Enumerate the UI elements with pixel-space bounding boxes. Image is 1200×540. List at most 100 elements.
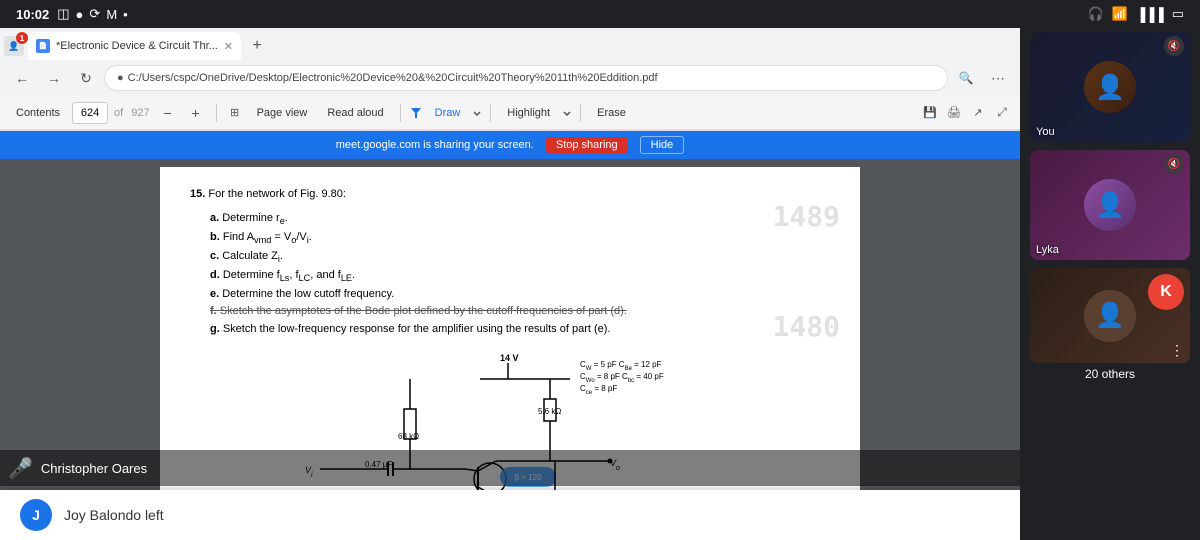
toolbar-divider2 (400, 104, 401, 122)
item-text-a: Determine re. (222, 212, 288, 224)
item-text-g: Sketch the low-frequency response for th… (223, 323, 611, 335)
forward-button[interactable]: → (40, 64, 68, 92)
item-label-b: b. (210, 231, 223, 243)
draw-button[interactable]: Draw (427, 105, 469, 121)
draw-dropdown-icon[interactable] (472, 108, 482, 118)
status-icons: ◫ ● ⟳ M • (57, 6, 127, 22)
share-button[interactable]: ↗ (968, 103, 988, 123)
item-text-d: Determine fLs, fLC, and fLE. (223, 269, 355, 281)
item-text-e: Determine the low cutoff frequency. (222, 288, 394, 300)
lyka-avatar-emoji: 👤 (1095, 191, 1125, 220)
toolbar-divider4 (580, 104, 581, 122)
participant-tile-you: 👤 You 🔇 (1030, 32, 1190, 142)
pdf-question: 15. For the network of Fig. 9.80: (190, 187, 830, 202)
tab-title: *Electronic Device & Circuit Thr... (56, 40, 218, 52)
you-name-label: You (1036, 126, 1055, 138)
background-number-2: 1480 (773, 307, 840, 346)
messenger-icon: ● (76, 7, 84, 22)
you-avatar: 👤 (1084, 61, 1136, 113)
lyka-mute-symbol: 🔇 (1168, 159, 1180, 170)
lyka-avatar: 👤 (1084, 179, 1136, 231)
zoom-in-button[interactable]: + (184, 101, 208, 125)
notification-bar: J Joy Balondo left (0, 490, 1020, 540)
item-label-c: c. (210, 250, 222, 262)
status-bar: 10:02 ◫ ● ⟳ M • 🎧 📶 ▐▐▐ ▭ (0, 0, 1200, 28)
tab-close-button[interactable]: ✕ (224, 40, 233, 53)
wifi-icon: 📶 (1112, 6, 1128, 22)
settings-button[interactable]: ⋯ (984, 64, 1012, 92)
save-button[interactable]: 💾 (920, 103, 940, 123)
others-tile: 👤 K ⋮ (1030, 268, 1190, 363)
lyka-content: 👤 (1084, 179, 1136, 231)
tile-menu-dots[interactable]: ⋮ (1170, 342, 1184, 359)
you-mute-symbol: 🔇 (1168, 41, 1180, 52)
presenter-name-overlay: 🎤 Christopher Oares (0, 450, 1020, 486)
pdf-toolbar: Contents of 927 − + ⊞ Page view Read alo… (0, 96, 1020, 130)
new-tab-button[interactable]: + (245, 34, 269, 58)
page-view-button[interactable]: Page view (249, 105, 316, 121)
active-tab[interactable]: 📄 *Electronic Device & Circuit Thr... ✕ (28, 32, 241, 60)
svg-text:CW = 5 pF CBe = 12 pF: CW = 5 pF CBe = 12 pF (580, 360, 662, 372)
mail-icon: M (106, 7, 117, 22)
zoom-out-button[interactable]: − (156, 101, 180, 125)
notification-badge: 1 (16, 32, 28, 44)
back-button[interactable]: ← (8, 64, 36, 92)
others-label: 20 others (1085, 367, 1135, 381)
right-sidebar: 👤 You 🔇 👤 Lyka 🔇 (1020, 28, 1200, 540)
battery-icon: ▭ (1172, 6, 1184, 22)
address-text: C:/Users/cspc/OneDrive/Desktop/Electroni… (128, 72, 935, 84)
address-lock-icon: ● (117, 72, 124, 84)
sync-icon: ⟳ (89, 6, 100, 22)
item-label-f: f. (210, 305, 220, 317)
screen-record-icon: ◫ (57, 6, 69, 22)
hide-button[interactable]: Hide (640, 136, 685, 154)
main-area: 👤 1 📄 *Electronic Device & Circuit Thr..… (0, 28, 1200, 540)
item-text-f: Sketch the asymptotes of the Bode plot d… (220, 305, 627, 317)
address-bar[interactable]: ● C:/Users/cspc/OneDrive/Desktop/Electro… (104, 65, 948, 91)
pdf-item-c: c. Calculate Zi. (190, 248, 830, 267)
signal-icon: ▐▐▐ (1136, 7, 1164, 22)
item-label-d: d. (210, 269, 223, 281)
search-button[interactable]: 🔍 (952, 64, 980, 92)
refresh-button[interactable]: ↻ (72, 64, 100, 92)
headphone-icon: 🎧 (1088, 6, 1104, 22)
print-button[interactable]: 🖨 (944, 103, 964, 123)
browser-nav: ← → ↻ ● C:/Users/cspc/OneDrive/Desktop/E… (0, 60, 1020, 96)
question-number: 15. (190, 188, 208, 200)
erase-button[interactable]: Erase (589, 105, 634, 121)
pdf-item-e: e. Determine the low cutoff frequency. (190, 286, 830, 304)
svg-text:Cce = 8 pF: Cce = 8 pF (580, 384, 617, 396)
background-number-1: 1489 (773, 197, 840, 236)
status-time: 10:02 (16, 7, 49, 22)
you-content: 👤 (1084, 61, 1136, 113)
svg-text:5.6 kΩ: 5.6 kΩ (538, 407, 561, 416)
page-number-input[interactable] (72, 102, 108, 124)
others-tile-container: 👤 K ⋮ 20 others (1030, 268, 1190, 381)
browser-area: 👤 1 📄 *Electronic Device & Circuit Thr..… (0, 28, 1020, 540)
page-separator: of (112, 107, 125, 119)
you-mute-icon: 🔇 (1164, 36, 1184, 56)
participant-tile-lyka: 👤 Lyka 🔇 (1030, 150, 1190, 260)
item-label-e: e. (210, 288, 222, 300)
christopher-emoji: 👤 (1095, 301, 1125, 330)
expand-button[interactable]: ⤢ (992, 103, 1012, 123)
pdf-item-f: f. Sketch the asymptotes of the Bode plo… (190, 303, 830, 321)
filter-icon (409, 106, 423, 120)
dot-icon: • (123, 7, 128, 22)
svg-text:CWo = 8 pF Cbc = 40 pF: CWo = 8 pF Cbc = 40 pF (580, 372, 664, 384)
stop-sharing-button[interactable]: Stop sharing (546, 137, 628, 153)
item-label-g: g. (210, 323, 223, 335)
highlight-dropdown-icon[interactable] (562, 108, 572, 118)
presenter-name-text: Christopher Oares (41, 461, 147, 476)
toolbar-divider3 (490, 104, 491, 122)
read-aloud-button[interactable]: Read aloud (319, 105, 391, 121)
highlight-button[interactable]: Highlight (499, 105, 558, 121)
you-avatar-emoji: 👤 (1095, 73, 1125, 102)
mic-icon: 🎤 (8, 456, 33, 481)
pages-view-icon: ⊞ (225, 101, 245, 125)
contents-button[interactable]: Contents (8, 105, 68, 121)
screen-share-banner: meet.google.com is sharing your screen. … (0, 131, 1020, 159)
svg-text:14 V: 14 V (500, 353, 519, 363)
browser-chrome: 👤 1 📄 *Electronic Device & Circuit Thr..… (0, 28, 1020, 131)
item-text-b: Find Avmd = Vo/Vi. (223, 231, 312, 243)
